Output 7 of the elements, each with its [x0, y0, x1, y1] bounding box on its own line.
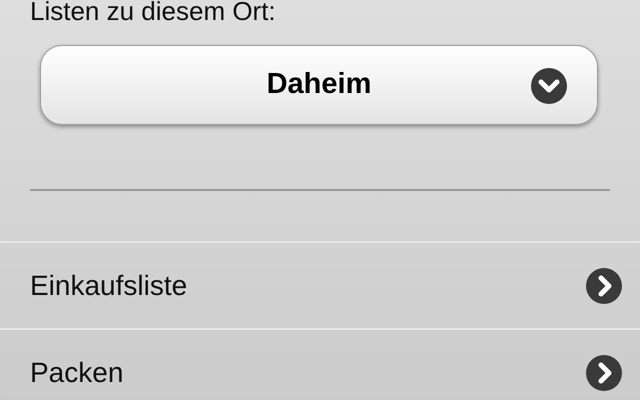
- field-label: Listen zu diesem Ort:: [29, 0, 277, 28]
- list-item[interactable]: Einkaufsliste: [0, 241, 640, 328]
- chevron-right-icon: [586, 354, 622, 390]
- list-item[interactable]: Packen: [0, 328, 640, 400]
- location-dropdown[interactable]: Daheim: [40, 45, 598, 125]
- chevron-right-icon: [586, 268, 622, 304]
- chevron-down-icon: [531, 68, 567, 104]
